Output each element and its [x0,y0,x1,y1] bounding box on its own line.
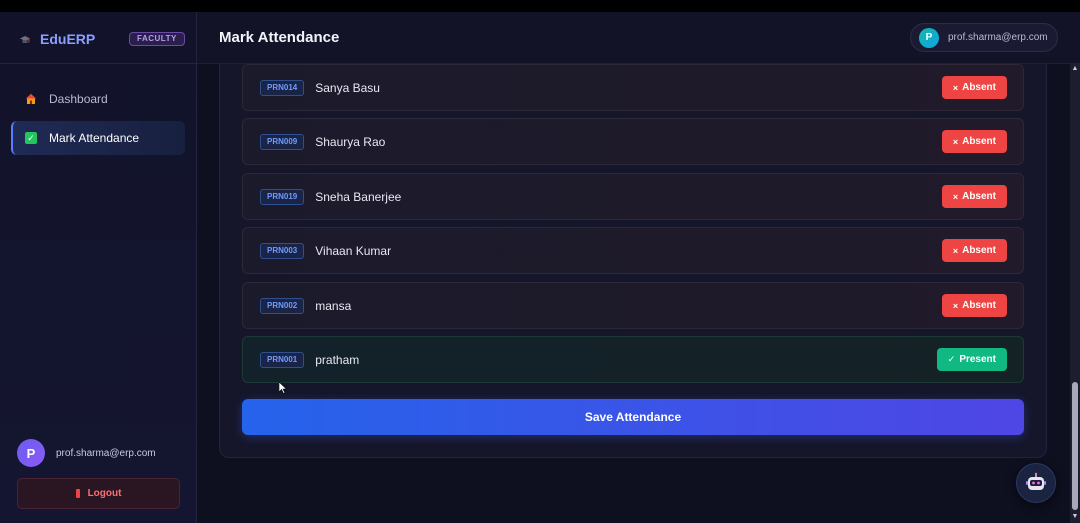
student-name: Vihaan Kumar [315,243,392,258]
top-header: Mark Attendance P prof.sharma@erp.com [197,12,1080,64]
save-attendance-button[interactable]: Save Attendance [242,399,1024,435]
student-name: Sneha Banerjee [315,189,402,204]
prn-badge: PRN009 [260,133,305,150]
cross-icon: × [952,82,959,93]
sidebar-item-dashboard[interactable]: Dashboard [11,82,185,116]
sidebar: EduERP FACULTY Dashboard ✓ Mark Attendan… [0,12,197,523]
status-label: Absent [962,82,996,93]
student-row: PRN014 Sanya Basu × Absent [242,64,1024,111]
cross-icon: × [952,136,959,147]
checkbox-icon: ✓ [25,132,37,144]
header-user-chip[interactable]: P prof.sharma@erp.com [910,23,1058,52]
main-content: PRN014 Sanya Basu × Absent PRN009 Shaury… [197,64,1070,523]
prn-badge: PRN014 [260,79,305,96]
absent-toggle-button[interactable]: × Absent [941,130,1007,153]
prn-badge: PRN003 [260,242,305,259]
absent-toggle-button[interactable]: × Absent [941,76,1007,99]
chatbot-button[interactable] [1016,463,1056,503]
check-icon: ✓ [947,354,956,364]
present-toggle-button[interactable]: ✓ Present [936,348,1007,371]
page-title: Mark Attendance [219,29,340,46]
student-row: PRN009 Shaurya Rao × Absent [242,118,1024,165]
absent-toggle-button[interactable]: × Absent [941,294,1007,317]
avatar: P [17,439,45,467]
prn-badge: PRN019 [260,188,305,205]
sidebar-divider [0,63,196,64]
logout-icon [75,489,80,498]
student-row: PRN002 mansa × Absent [242,282,1024,329]
scroll-down-arrow-icon[interactable]: ▼ [1070,512,1080,522]
browser-top-strip [0,0,1080,12]
prn-badge: PRN001 [260,351,305,368]
prn-badge: PRN002 [260,297,305,314]
sidebar-user: P prof.sharma@erp.com [17,439,156,467]
absent-toggle-button[interactable]: × Absent [941,185,1007,208]
student-row: PRN019 Sneha Banerjee × Absent [242,173,1024,220]
student-name: Shaurya Rao [315,134,386,149]
cross-icon: × [952,191,959,202]
sidebar-item-label: Dashboard [49,92,108,106]
brand-name: EduERP [40,31,96,47]
student-row: PRN003 Vihaan Kumar × Absent [242,227,1024,274]
absent-toggle-button[interactable]: × Absent [941,239,1007,262]
brand[interactable]: EduERP [20,31,95,47]
student-name: Sanya Basu [315,80,380,95]
status-label: Present [959,354,996,365]
logout-button[interactable]: Logout [17,478,180,509]
avatar: P [919,27,939,48]
robot-icon [1026,472,1046,490]
status-label: Absent [962,245,996,256]
cross-icon: × [952,300,959,311]
sidebar-item-mark-attendance[interactable]: ✓ Mark Attendance [11,121,185,155]
house-icon [25,93,37,105]
sidebar-item-label: Mark Attendance [49,131,140,145]
header-user-email: prof.sharma@erp.com [948,32,1048,43]
logout-label: Logout [87,488,122,499]
cross-icon: × [952,245,959,256]
status-label: Absent [962,191,996,202]
user-email: prof.sharma@erp.com [56,447,156,459]
status-label: Absent [962,136,996,147]
status-label: Absent [962,300,996,311]
student-row: PRN001 pratham ✓ Present [242,336,1024,383]
scrollbar-thumb[interactable] [1072,382,1078,510]
student-name: pratham [315,352,360,367]
mouse-cursor-icon [279,382,287,394]
role-badge: FACULTY [129,32,185,46]
student-name: mansa [315,298,352,313]
scroll-up-arrow-icon[interactable]: ▲ [1070,64,1080,74]
graduation-cap-icon [20,36,30,43]
